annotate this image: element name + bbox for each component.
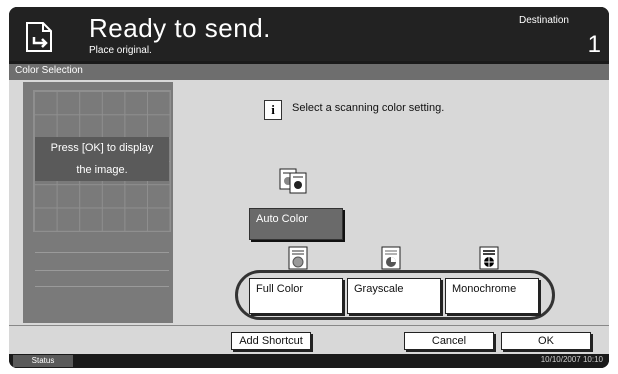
destination-count: 1	[587, 31, 601, 58]
divider	[35, 252, 169, 253]
grayscale-button[interactable]: Grayscale	[347, 278, 441, 314]
add-shortcut-button[interactable]: Add Shortcut	[231, 332, 311, 350]
screen: Ready to send. Place original. Destinati…	[9, 7, 609, 368]
preview-message-line2: the image.	[76, 164, 128, 176]
auto-color-button[interactable]: Auto Color	[249, 208, 343, 240]
page-title: Ready to send.	[89, 13, 271, 43]
preview-message-line1: Press [OK] to display	[50, 142, 154, 154]
section-bar: Color Selection	[9, 64, 609, 80]
divider	[35, 270, 169, 271]
instruction-text: Select a scanning color setting.	[292, 102, 445, 114]
ok-button[interactable]: OK	[501, 332, 591, 350]
send-document-icon	[21, 19, 57, 55]
main-panel: Press [OK] to display the image. i Selec…	[9, 80, 609, 325]
section-title: Color Selection	[15, 65, 83, 76]
cancel-button[interactable]: Cancel	[404, 332, 494, 350]
page-subtitle: Place original.	[89, 45, 152, 56]
preview-panel: Press [OK] to display the image.	[23, 82, 173, 323]
info-icon: i	[264, 100, 282, 120]
bottom-bar: Add Shortcut Cancel OK	[9, 325, 609, 354]
status-button[interactable]: Status	[13, 355, 73, 367]
divider	[35, 286, 169, 287]
auto-color-icon	[279, 168, 307, 199]
status-datetime: 10/10/2007 10:10	[540, 355, 603, 364]
status-bar: Status 10/10/2007 10:10	[9, 354, 609, 368]
preview-message: Press [OK] to display the image.	[35, 137, 169, 181]
header: Ready to send. Place original. Destinati…	[9, 7, 609, 61]
monochrome-button[interactable]: Monochrome	[445, 278, 539, 314]
destination-label: Destination	[518, 15, 569, 26]
full-color-button[interactable]: Full Color	[249, 278, 343, 314]
